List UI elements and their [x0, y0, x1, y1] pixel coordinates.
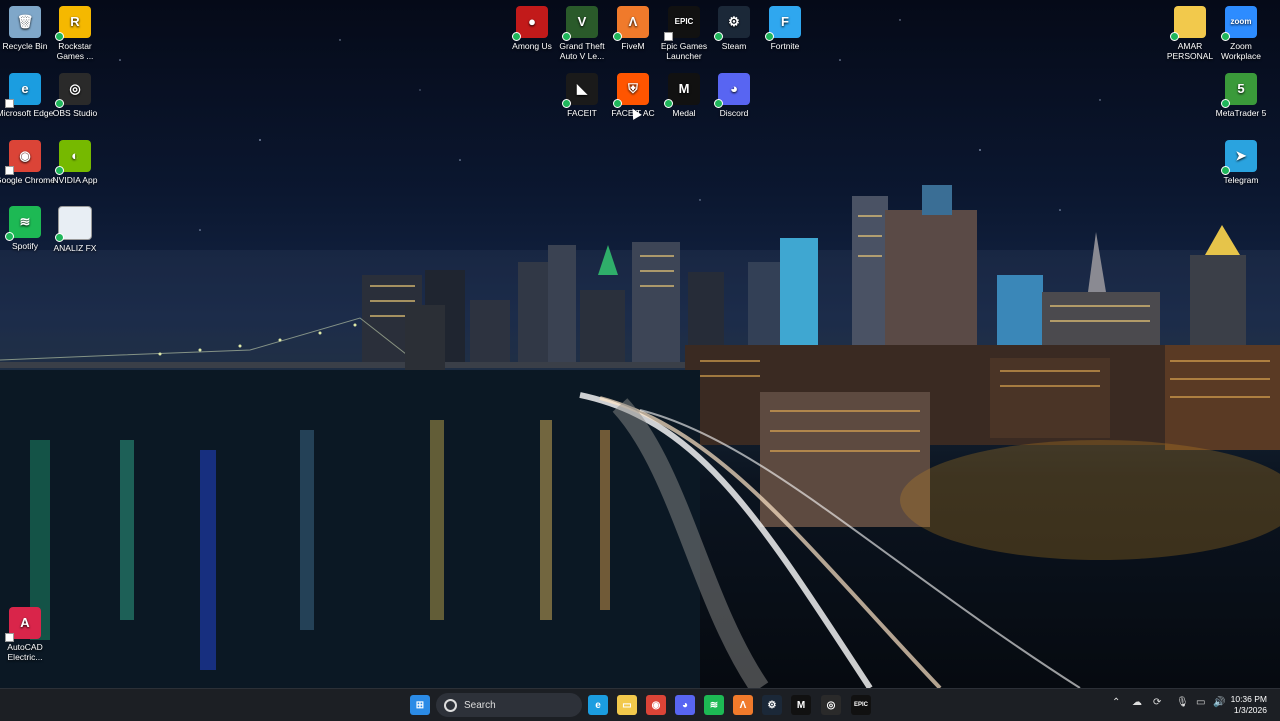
fortnite-icon: F: [765, 6, 801, 41]
folder-icon: [1170, 6, 1206, 41]
sync-status-check-icon: [714, 99, 723, 108]
sync-status-check-icon: [1170, 32, 1179, 41]
desktop-icon-label: MetaTrader 5: [1215, 108, 1267, 118]
document-icon: [55, 206, 92, 242]
desktop-icon-label: OBS Studio: [52, 108, 98, 118]
desktop-icon[interactable]: 5 MetaTrader 5: [1209, 69, 1273, 135]
system-clock[interactable]: 10:36 PM 1/3/2026: [1231, 694, 1267, 716]
chrome-icon: ◉: [5, 140, 41, 175]
spotify-icon[interactable]: ≋: [704, 695, 724, 715]
shortcut-arrow-icon: [5, 99, 14, 108]
discord-icon: ◕: [714, 73, 750, 108]
desktop-icon-label: Fortnite: [770, 41, 800, 51]
obs-icon[interactable]: ◎: [821, 695, 841, 715]
sync-status-check-icon: [562, 99, 571, 108]
desktop-icon[interactable]: zoom Zoom Workplace: [1209, 2, 1273, 68]
sync-status-check-icon: [512, 32, 521, 41]
shortcut-arrow-icon: [664, 32, 673, 41]
sync-status-check-icon: [765, 32, 774, 41]
desktop-icon[interactable]: A AutoCAD Electric...: [0, 603, 57, 669]
steam-icon[interactable]: ⚙: [762, 695, 782, 715]
sync-icon[interactable]: ⟳: [1153, 697, 1161, 708]
desktop-icon-label: Rockstar Games ...: [56, 41, 94, 61]
recycle-bin-icon: 🗑: [9, 6, 41, 38]
taskbar: ⊞ Search e ▭ ◉ ◕ ≋ Λ ⚙ M ◎ EPIC ⌃ ☁ ⟳ 🎙 ▭ 🔊 10:36…: [0, 688, 1280, 721]
desktop-icon[interactable]: R Rockstar Games ...: [43, 2, 107, 68]
sync-status-check-icon: [562, 32, 571, 41]
desktop-icon-label: AutoCAD Electric...: [7, 642, 43, 662]
microphone-icon[interactable]: 🎙: [1176, 697, 1189, 708]
sync-status-check-icon: [613, 32, 622, 41]
desktop-icon[interactable]: ➤ Telegram: [1209, 136, 1273, 202]
chrome-icon[interactable]: ◉: [646, 695, 666, 715]
edge-icon: e: [5, 73, 41, 108]
file-explorer-icon[interactable]: ▭: [617, 695, 637, 715]
onedrive-icon[interactable]: ☁: [1132, 697, 1142, 708]
sync-status-check-icon: [5, 232, 14, 241]
edge-icon[interactable]: e: [588, 695, 608, 715]
gta-icon: V: [562, 6, 598, 41]
sync-status-check-icon: [1221, 166, 1230, 175]
telegram-icon: ➤: [1221, 140, 1257, 175]
zoom-icon: zoom: [1221, 6, 1257, 41]
clock-time: 10:36 PM: [1230, 694, 1267, 704]
discord-icon[interactable]: ◕: [675, 695, 695, 715]
search-placeholder: Search: [464, 699, 496, 711]
sync-status-check-icon: [55, 32, 64, 41]
sync-status-check-icon: [664, 99, 673, 108]
desktop-icon-label: ANALIZ FX: [53, 243, 97, 253]
shortcut-arrow-icon: [5, 633, 14, 642]
autocad-icon: A: [5, 607, 41, 642]
fivem-icon: Λ: [613, 6, 649, 41]
desktop-icon[interactable]: F Fortnite: [753, 2, 817, 68]
nvidia-icon: ◐: [55, 140, 91, 175]
shortcut-arrow-icon: [5, 166, 14, 175]
desktop-icon[interactable]: ◕ Discord: [702, 69, 766, 135]
steam-icon: ⚙: [714, 6, 750, 41]
sync-status-check-icon: [714, 32, 723, 41]
sync-status-check-icon: [1221, 32, 1230, 41]
taskbar-search-box[interactable]: Search: [436, 693, 582, 717]
spotify-icon: ≋: [5, 206, 41, 241]
metatrader-icon: 5: [1221, 73, 1257, 108]
medal-icon: M: [664, 73, 700, 108]
sync-status-check-icon: [613, 99, 622, 108]
sync-status-check-icon: [1221, 99, 1230, 108]
medal-icon[interactable]: M: [791, 695, 811, 715]
clock-date: 1/3/2026: [1233, 705, 1267, 715]
desktop-icon[interactable]: ◎ OBS Studio: [43, 69, 107, 135]
sync-status-check-icon: [55, 99, 64, 108]
epic-icon[interactable]: EPIC: [851, 695, 871, 715]
show-hidden-icons-chevron-icon[interactable]: ⌃: [1112, 697, 1120, 708]
desktop-icon-label: Discord: [719, 108, 749, 118]
desktop-icon[interactable]: ◐ NVIDIA App: [43, 136, 107, 202]
desktop-icon-label: Zoom Workplace: [1221, 41, 1261, 61]
windows-start-icon[interactable]: ⊞: [410, 695, 430, 715]
desktop-icon-label: NVIDIA App: [52, 175, 98, 185]
network-icon[interactable]: ▭: [1196, 697, 1205, 708]
rockstar-icon: R: [55, 6, 91, 41]
epic-icon: EPIC: [664, 6, 700, 41]
desktop-icon-label: Telegram: [1223, 175, 1259, 185]
fivem-icon[interactable]: Λ: [733, 695, 753, 715]
search-icon: [444, 698, 457, 712]
sync-status-check-icon: [55, 166, 64, 175]
faceit-ac-icon: ⛨: [613, 73, 649, 108]
volume-icon[interactable]: 🔊: [1213, 697, 1225, 708]
faceit-icon: ◣: [562, 73, 598, 108]
sync-status-check-icon: [55, 233, 64, 242]
obs-icon: ◎: [55, 73, 91, 108]
desktop-icon[interactable]: ANALIZ FX: [43, 202, 107, 268]
among-us-icon: ●: [512, 6, 548, 41]
